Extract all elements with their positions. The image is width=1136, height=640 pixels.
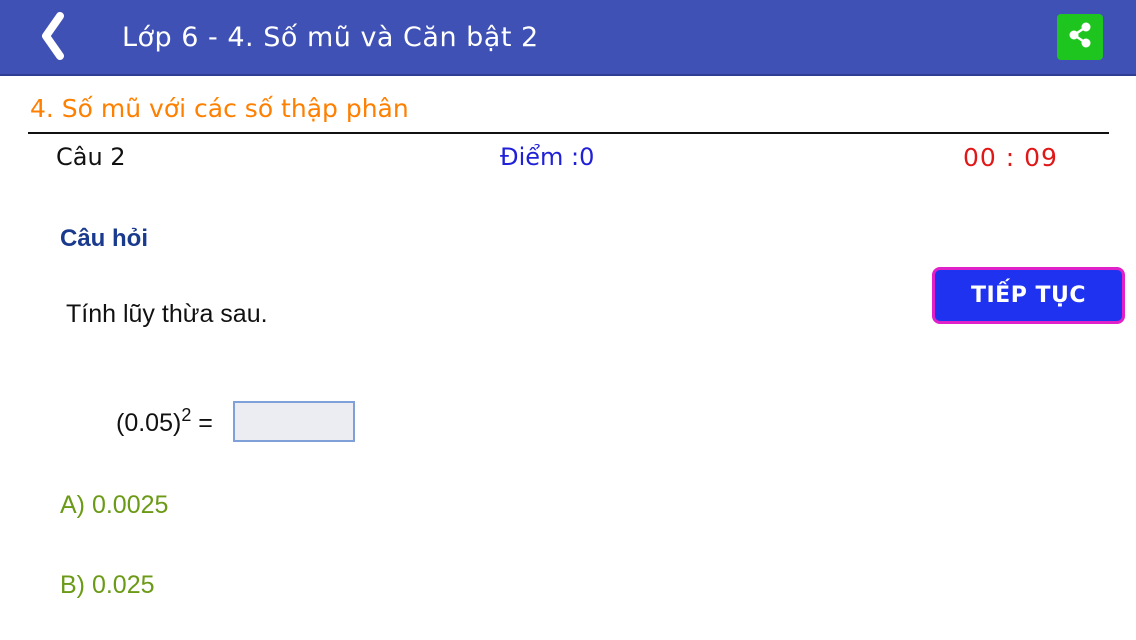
expression-exponent: 2 <box>181 405 192 425</box>
page-title: Lớp 6 - 4. Số mũ và Căn bật 2 <box>122 22 539 53</box>
answer-input[interactable] <box>233 401 355 442</box>
expression-base: (0.05) <box>116 409 182 437</box>
option-a[interactable]: A) 0.0025 <box>60 491 168 520</box>
expression-equals: = <box>198 409 213 437</box>
math-expression: (0.05)2 = <box>116 405 213 438</box>
timer: 00 : 09 <box>963 143 1058 172</box>
share-icon <box>1065 20 1095 54</box>
score-label: Điểm :0 <box>500 143 595 171</box>
question-number: Câu 2 <box>56 143 126 171</box>
top-app-bar: Lớp 6 - 4. Số mũ và Căn bật 2 <box>0 0 1136 76</box>
divider <box>28 132 1109 134</box>
section-title: 4. Số mũ với các số thập phân <box>30 94 409 123</box>
option-b[interactable]: B) 0.025 <box>60 571 155 600</box>
share-button[interactable] <box>1057 14 1103 60</box>
question-heading: Câu hỏi <box>60 225 148 252</box>
continue-button[interactable]: TIẾP TỤC <box>932 267 1125 324</box>
back-button[interactable] <box>30 10 76 66</box>
back-chevron-icon <box>38 12 68 64</box>
question-text: Tính lũy thừa sau. <box>66 300 268 328</box>
